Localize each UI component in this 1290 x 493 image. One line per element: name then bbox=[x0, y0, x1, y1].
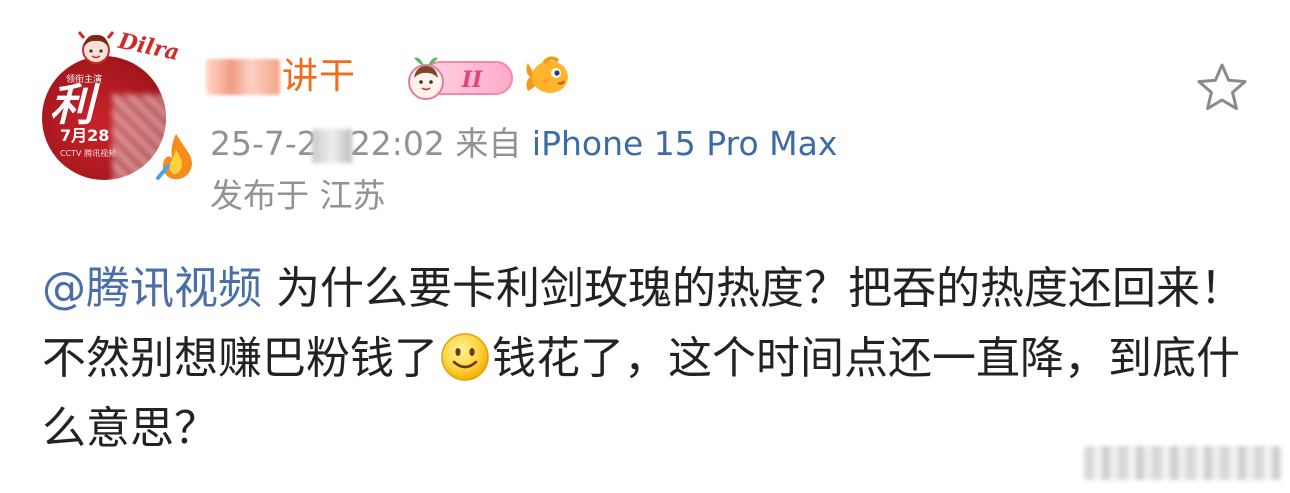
username-blur-mosaic bbox=[206, 59, 280, 95]
post-meta: 25-7-2 22:02 来自 iPhone 15 Pro Max bbox=[210, 122, 837, 166]
watermark-blur-mosaic bbox=[1084, 446, 1282, 480]
avatar-date-text: 7月28 bbox=[60, 126, 110, 145]
post-date: 25-7-2 bbox=[210, 124, 318, 163]
post-location: 发布于 江苏 bbox=[210, 176, 386, 215]
weibo-post: 领衔主演 利 7月28 CCTV 腾讯视频 Dilra 讲干 II 25-7-2… bbox=[0, 0, 1290, 493]
device-link[interactable]: iPhone 15 Pro Max bbox=[532, 124, 837, 163]
mention-link[interactable]: @腾讯视频 bbox=[42, 263, 262, 314]
avatar-flame-icon bbox=[156, 134, 192, 180]
smile-emoji-icon bbox=[441, 333, 489, 381]
avatar-pendant-girl-icon bbox=[77, 31, 115, 64]
username-text: 讲干 bbox=[282, 56, 357, 97]
member-badge-icon[interactable]: II bbox=[402, 54, 514, 100]
fish-emblem-icon bbox=[526, 56, 568, 93]
star-outline-icon[interactable] bbox=[1196, 62, 1248, 112]
avatar-image: 领衔主演 利 7月28 CCTV 腾讯视频 bbox=[42, 56, 166, 180]
post-content: @腾讯视频 为什么要卡利剑玫瑰的热度？把吞的热度还回来！不然别想赚巴粉钱了 钱花了… bbox=[42, 254, 1262, 464]
date-blur-mosaic bbox=[311, 128, 352, 163]
avatar-logos-text: CCTV 腾讯视频 bbox=[60, 149, 117, 158]
source-label: 来自 bbox=[455, 124, 522, 163]
avatar[interactable]: 领衔主演 利 7月28 CCTV 腾讯视频 Dilra bbox=[42, 28, 192, 180]
post-time: 22:02 bbox=[349, 124, 445, 163]
member-level-text: II bbox=[461, 67, 483, 93]
username[interactable]: 讲干 bbox=[206, 52, 356, 102]
